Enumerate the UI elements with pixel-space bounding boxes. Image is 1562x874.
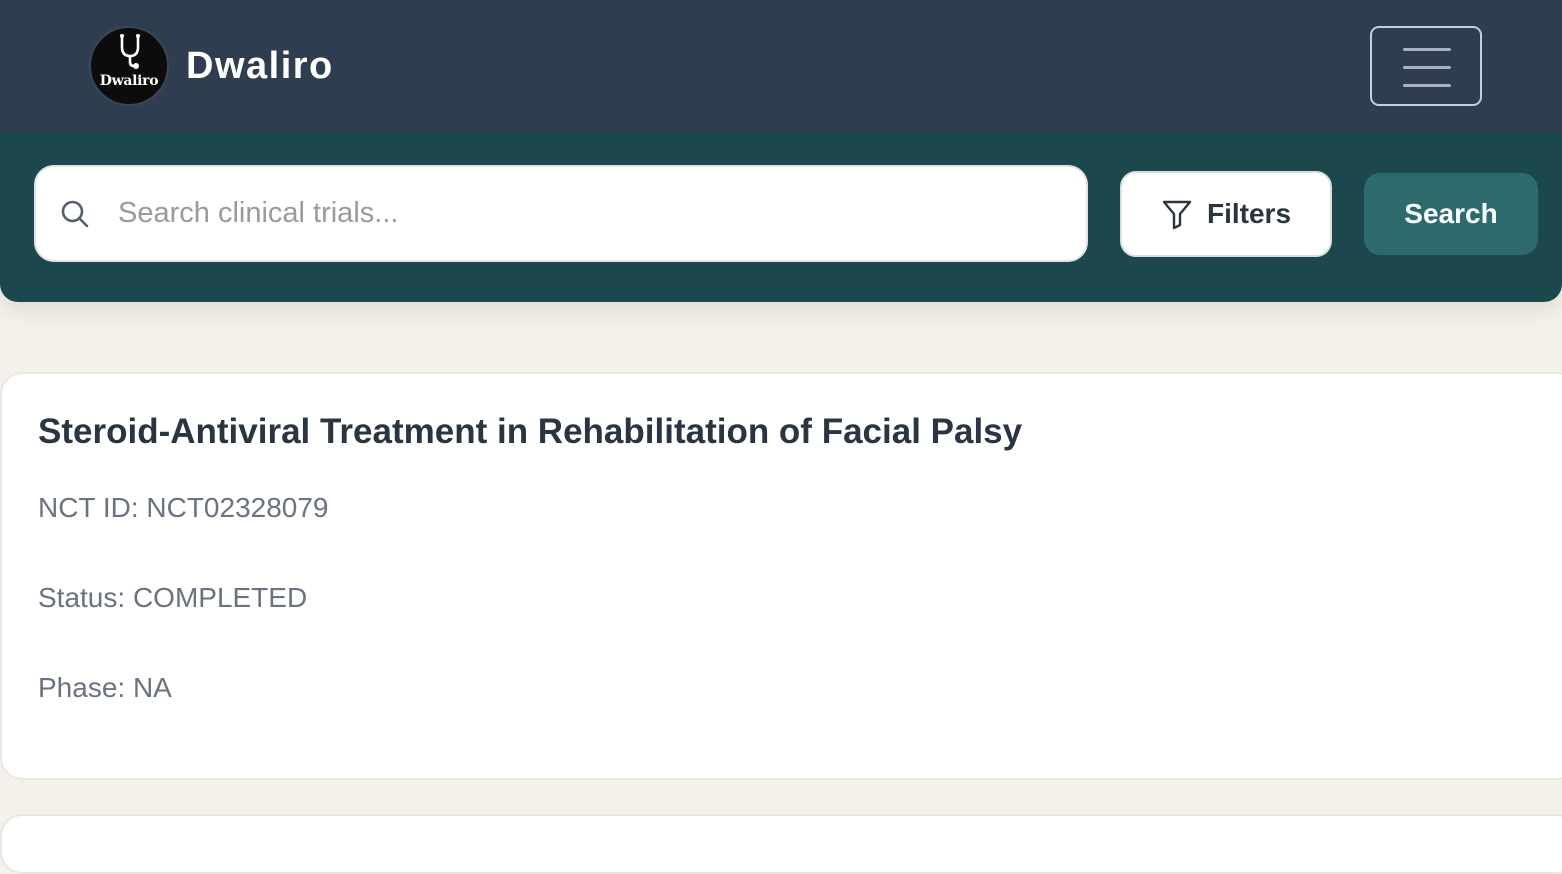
trial-phase: Phase: NA (38, 672, 172, 703)
menu-toggle-button[interactable] (1370, 26, 1482, 106)
filters-button-label: Filters (1206, 198, 1292, 229)
search-button[interactable]: Search (1364, 173, 1538, 255)
stethoscope-icon (120, 34, 140, 69)
logo-text: Dwaliro (99, 73, 159, 89)
brand-name: Dwaliro (186, 44, 334, 87)
logo: Dwaliro (89, 26, 169, 106)
hamburger-menu-icon (1403, 48, 1451, 102)
trial-card-next[interactable] (0, 814, 1562, 874)
top-navbar: Dwaliro Dwaliro (0, 0, 1562, 133)
search-icon (61, 200, 89, 228)
filter-funnel-icon (1162, 200, 1192, 230)
search-box[interactable] (34, 165, 1088, 262)
brand-link[interactable]: Dwaliro Dwaliro (89, 26, 334, 106)
search-panel: Filters Search (0, 133, 1562, 302)
trial-title[interactable]: Steroid-Antiviral Treatment in Rehabilit… (38, 412, 1022, 452)
trial-nct-id: NCT ID: NCT02328079 (38, 492, 329, 523)
trial-status: Status: COMPLETED (38, 582, 308, 613)
filters-button[interactable]: Filters (1120, 171, 1332, 257)
trial-card[interactable]: Steroid-Antiviral Treatment in Rehabilit… (0, 372, 1562, 780)
search-input[interactable] (116, 167, 1076, 260)
